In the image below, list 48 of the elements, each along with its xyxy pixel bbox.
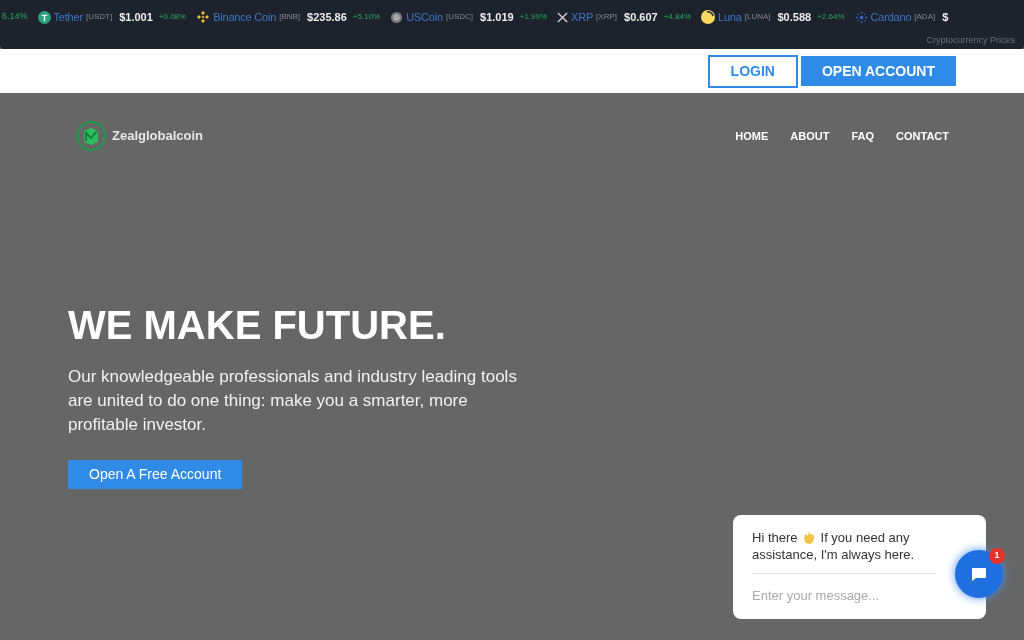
brand-name[interactable]: Zealglobalcoin [112, 126, 203, 146]
price-change: +4.84% [663, 11, 692, 23]
price-change: +2.64% [817, 11, 845, 23]
coin-name[interactable]: Binance Coin [213, 8, 277, 26]
price-change: +0.08% [158, 11, 187, 23]
coin-name[interactable]: USCoin [406, 8, 443, 26]
message-input[interactable]: Enter your message... [752, 586, 936, 606]
coin-symbol: [XRP] [596, 11, 617, 23]
nav-link[interactable]: HOME [735, 127, 769, 145]
coin-price: $1.019 [480, 9, 514, 25]
notification-badge: 1 [989, 548, 1005, 564]
chat-bubble-icon [970, 565, 988, 583]
open-account-button[interactable]: OPEN ACCOUNT [800, 56, 956, 86]
coin-symbol: [ADA] [914, 11, 936, 23]
coin-name[interactable]: Tether [53, 8, 83, 26]
sunburst-coin-icon [854, 10, 868, 24]
coin-symbol: [USDT] [85, 11, 113, 23]
nav-link[interactable]: CONTACT [896, 127, 949, 145]
chat-greeting: Hi there [752, 529, 798, 546]
hero-title: WE MAKE FUTURE. [68, 305, 447, 345]
coin-icon [390, 10, 404, 24]
coin-symbol: [USDC] [445, 11, 474, 23]
coin-price: $ [942, 9, 949, 25]
login-button[interactable]: LOGIN [707, 54, 798, 88]
logo-icon [76, 121, 106, 151]
price-change: 6.14% [2, 10, 28, 24]
chat-greeting: assistance, I'm always here. [752, 547, 915, 562]
tether-coin-icon [37, 10, 51, 24]
coin-name[interactable]: XRP [571, 8, 594, 26]
coin-price: $235.86 [307, 9, 347, 25]
coin-price: $0.588 [777, 9, 812, 25]
chat-greeting: If you need any [820, 529, 910, 546]
coin-name[interactable]: Luna [718, 8, 742, 26]
hero-text: Our knowledgeable professionals and industry leading tools are united to do one thing: make you a smarter, more profitable investor. [68, 366, 518, 436]
coin-name[interactable]: Cardano [870, 8, 912, 26]
open-free-account-button[interactable]: Open A Free Account [68, 460, 243, 489]
price-change: +5.10% [352, 11, 381, 23]
coin-symbol: [BNB] [279, 11, 301, 23]
coin-price: $0.607 [624, 9, 658, 25]
nav-link[interactable]: FAQ [851, 127, 875, 145]
moon-coin-icon [701, 10, 716, 24]
price-change: +1.99% [519, 11, 548, 23]
cross-icon [557, 11, 569, 23]
diamond-coin-icon [196, 10, 211, 24]
coin-symbol: [LUNA] [744, 11, 771, 23]
coin-price: $1.001 [119, 9, 153, 25]
ticker-caption[interactable]: Cryptocurrency Prices [926, 34, 1015, 48]
nav-link[interactable]: ABOUT [790, 127, 830, 145]
